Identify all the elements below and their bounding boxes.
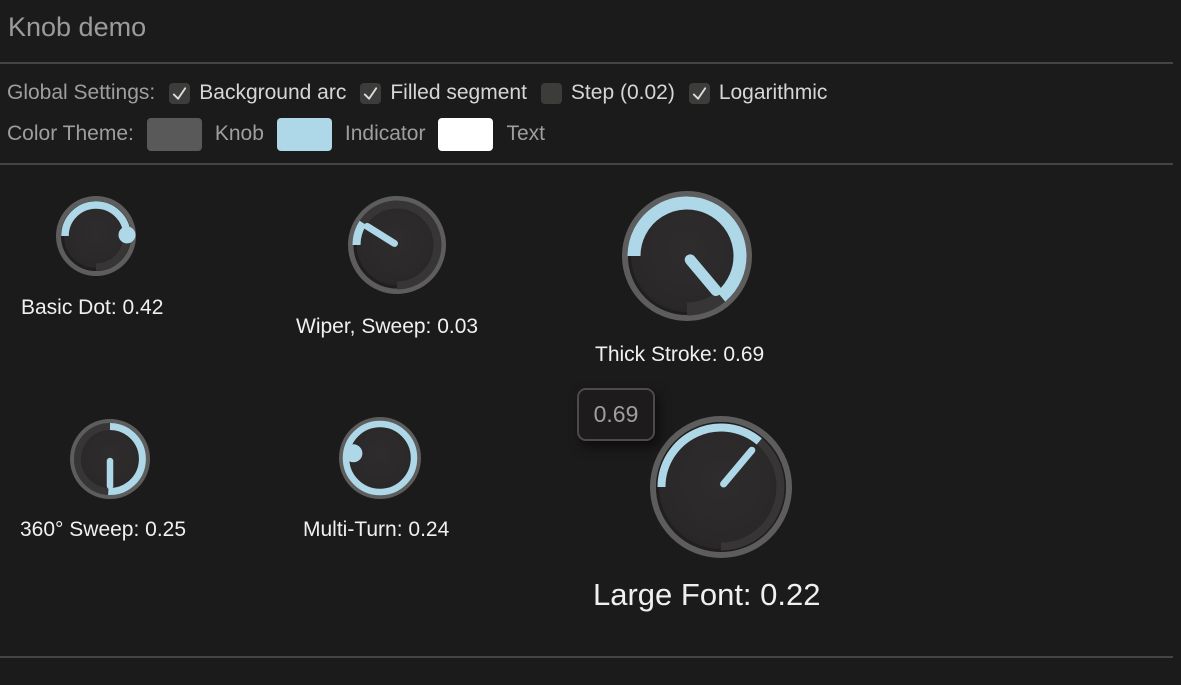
checkbox-logarithmic[interactable]: Logarithmic xyxy=(689,81,828,105)
checkbox-background-arc[interactable]: Background arc xyxy=(169,81,346,105)
color-theme-label: Color Theme: xyxy=(7,122,134,146)
swatch-label: Knob xyxy=(215,122,264,146)
knob-dot xyxy=(118,226,135,243)
knob-demo-window: Knob demo Global Settings: Background ar… xyxy=(0,0,1181,685)
checkmark-icon xyxy=(690,84,709,103)
checkbox-label: Logarithmic xyxy=(719,81,828,105)
swatch-indicator-color[interactable] xyxy=(277,118,332,151)
color-theme-row: Color Theme: Knob Indicator Text xyxy=(7,115,545,153)
checkbox-label: Background arc xyxy=(199,81,346,105)
value-tooltip: 0.69 xyxy=(577,388,655,441)
checkmark-icon xyxy=(170,84,189,103)
checkbox-box[interactable] xyxy=(169,83,190,104)
page-title: Knob demo xyxy=(8,12,146,43)
checkbox-step[interactable]: Step (0.02) xyxy=(541,81,675,105)
global-settings-row: Global Settings: Background arc Filled se… xyxy=(7,78,827,108)
separator-bottom xyxy=(0,656,1173,658)
knob-label-sweep-360: 360° Sweep: 0.25 xyxy=(20,518,186,542)
knob-label-basic-dot: Basic Dot: 0.42 xyxy=(21,296,163,320)
knob-label-wiper-sweep: Wiper, Sweep: 0.03 xyxy=(296,315,478,339)
swatch-knob-color[interactable] xyxy=(147,118,202,151)
checkbox-label: Step (0.02) xyxy=(571,81,675,105)
knob-label-multi-turn: Multi-Turn: 0.24 xyxy=(303,518,449,542)
checkmark-icon xyxy=(361,84,380,103)
knob-sweep-360[interactable] xyxy=(64,413,156,505)
checkbox-label: Filled segment xyxy=(390,81,527,105)
checkbox-box[interactable] xyxy=(360,83,381,104)
swatch-label: Indicator xyxy=(345,122,426,146)
separator-top xyxy=(0,62,1173,64)
checkbox-box[interactable] xyxy=(541,83,562,104)
knob-thick-stroke[interactable] xyxy=(616,185,758,327)
swatch-text-color[interactable] xyxy=(438,118,493,151)
knob-large-font[interactable] xyxy=(644,410,798,564)
global-settings-label: Global Settings: xyxy=(7,81,155,105)
knob-dot xyxy=(344,444,362,462)
knob-basic-dot[interactable] xyxy=(50,190,142,282)
checkbox-box[interactable] xyxy=(689,83,710,104)
knob-wiper-sweep[interactable] xyxy=(342,190,452,300)
tooltip-value: 0.69 xyxy=(594,401,639,428)
checkbox-filled-segment[interactable]: Filled segment xyxy=(360,81,527,105)
knob-label-large-font: Large Font: 0.22 xyxy=(593,577,821,613)
knob-label-thick-stroke: Thick Stroke: 0.69 xyxy=(595,343,764,367)
swatch-label: Text xyxy=(506,122,545,146)
knob-multi-turn[interactable] xyxy=(333,411,427,505)
separator-settings xyxy=(0,163,1173,165)
